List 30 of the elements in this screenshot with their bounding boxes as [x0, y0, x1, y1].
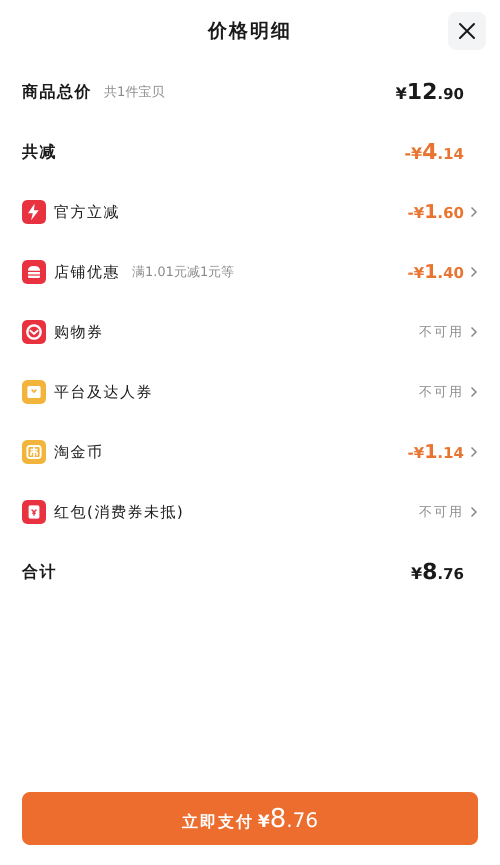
price-amount: ¥12.90	[396, 80, 464, 104]
price-amount: ¥8.76	[410, 560, 464, 584]
row-label: 平台及达人券	[54, 382, 153, 402]
discount-amount: -¥1.40	[408, 261, 464, 283]
row-label: 店铺优惠	[54, 262, 120, 282]
discount-amount: -¥1.14	[408, 441, 464, 463]
status-text: 不可用	[419, 504, 464, 521]
close-icon	[458, 22, 476, 40]
row-label: 商品总价	[22, 82, 92, 102]
status-text: 不可用	[419, 384, 464, 401]
pay-button[interactable]: 立即支付 ¥8.76	[22, 792, 478, 845]
row-note: 共1件宝贝	[104, 84, 164, 101]
close-button[interactable]	[448, 12, 486, 50]
discount-amount: -¥1.60	[408, 201, 464, 223]
row-label: 购物券	[54, 322, 104, 342]
chevron-icon[interactable]	[470, 326, 478, 338]
chevron-icon[interactable]	[470, 266, 478, 278]
row-note: 满1.01元减1元等	[132, 264, 234, 281]
row-label: 合计	[22, 562, 57, 582]
sheet-title: 价格明细	[208, 19, 292, 44]
discount-amount: -¥4.14	[404, 140, 464, 164]
chevron-icon[interactable]	[470, 506, 478, 518]
row-label: 红包(消费券未抵)	[54, 502, 184, 522]
chevron-icon[interactable]	[470, 386, 478, 398]
row-label: 淘金币	[54, 442, 104, 462]
chevron-icon[interactable]	[470, 446, 478, 458]
row-label: 官方立减	[54, 202, 120, 222]
row-label: 共减	[22, 142, 57, 162]
chevron-icon[interactable]	[470, 206, 478, 218]
status-text: 不可用	[419, 324, 464, 341]
